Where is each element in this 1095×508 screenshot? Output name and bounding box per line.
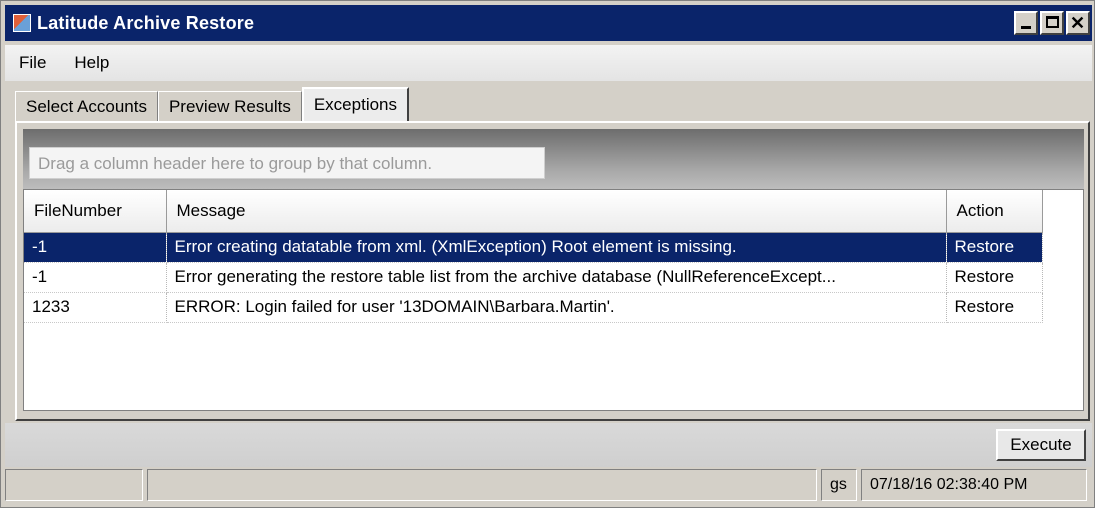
cell-message: ERROR: Login failed for user '13DOMAIN\B… (166, 292, 947, 323)
maximize-button[interactable] (1040, 11, 1064, 35)
close-icon: ✕ (1070, 13, 1086, 33)
app-icon (13, 14, 31, 32)
window-controls: ✕ (1014, 11, 1090, 35)
cell-message: Error creating datatable from xml. (XmlE… (166, 232, 947, 263)
tab-exceptions[interactable]: Exceptions (301, 87, 410, 121)
minimize-button[interactable] (1014, 11, 1038, 35)
execute-button[interactable]: Execute (996, 429, 1086, 461)
cell-action[interactable]: Restore (946, 292, 1043, 323)
close-button[interactable]: ✕ (1066, 11, 1090, 35)
cell-filenumber: -1 (24, 232, 167, 263)
table-row[interactable]: 1233 ERROR: Login failed for user '13DOM… (24, 292, 1043, 323)
window-title: Latitude Archive Restore (37, 12, 255, 33)
tab-strip: Select Accounts Preview Results Exceptio… (15, 87, 410, 121)
cell-action[interactable]: Restore (946, 232, 1043, 263)
cell-message: Error generating the restore table list … (166, 262, 947, 293)
status-timestamp: 07/18/16 02:38:40 PM (861, 469, 1087, 501)
exceptions-table: FileNumber Message Action -1 Error creat… (24, 190, 1043, 323)
tab-select-accounts[interactable]: Select Accounts (15, 91, 158, 121)
exceptions-panel: Drag a column header here to group by th… (15, 121, 1090, 421)
minimize-icon (1021, 26, 1031, 29)
menu-bar: File Help (5, 45, 1092, 81)
menu-help[interactable]: Help (60, 53, 123, 73)
status-panel-1 (5, 469, 143, 501)
title-bar[interactable]: Latitude Archive Restore ✕ (5, 5, 1092, 41)
column-header-filenumber[interactable]: FileNumber (24, 190, 167, 233)
maximize-icon (1046, 16, 1059, 28)
table-row[interactable]: -1 Error generating the restore table li… (24, 262, 1043, 293)
column-header-action[interactable]: Action (946, 190, 1043, 233)
header-row: FileNumber Message Action (24, 190, 1043, 233)
column-header-message[interactable]: Message (166, 190, 947, 233)
menu-file[interactable]: File (5, 53, 60, 73)
cell-filenumber: 1233 (24, 292, 167, 323)
tab-preview-results[interactable]: Preview Results (157, 91, 302, 121)
group-by-area[interactable]: Drag a column header here to group by th… (23, 129, 1084, 189)
cell-filenumber: -1 (24, 262, 167, 293)
status-user: gs (821, 469, 857, 501)
status-bar: gs 07/18/16 02:38:40 PM (5, 469, 1092, 503)
table-row[interactable]: -1 Error creating datatable from xml. (X… (24, 232, 1043, 263)
bottom-toolbar: Execute (5, 423, 1092, 467)
app-window: Latitude Archive Restore ✕ File Help Sel… (0, 0, 1095, 508)
exceptions-grid[interactable]: FileNumber Message Action -1 Error creat… (23, 189, 1084, 411)
group-by-hint: Drag a column header here to group by th… (29, 147, 545, 179)
status-panel-2 (147, 469, 817, 501)
cell-action[interactable]: Restore (946, 262, 1043, 293)
